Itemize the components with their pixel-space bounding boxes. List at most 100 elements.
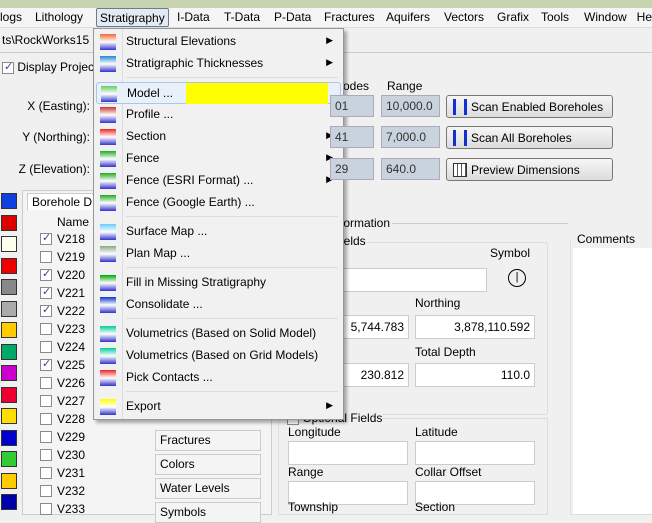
- toolbar-tool-icon[interactable]: [1, 494, 17, 510]
- tab-fractures[interactable]: Fractures: [155, 430, 261, 451]
- borehole-checkbox[interactable]: [40, 431, 52, 443]
- menu-idata[interactable]: I-Data: [177, 8, 210, 27]
- menu-lithology[interactable]: Lithology: [35, 8, 83, 27]
- preview-dimensions-button[interactable]: Preview Dimensions: [446, 158, 613, 181]
- menu-fractures[interactable]: Fractures: [324, 8, 375, 27]
- borehole-list-item[interactable]: V228: [40, 411, 85, 427]
- borehole-list-item[interactable]: V221: [40, 285, 85, 301]
- latitude-field[interactable]: [415, 441, 535, 465]
- nodes-field[interactable]: 29: [330, 158, 374, 180]
- menu-item-fill-in-missing-stratigraphy[interactable]: Fill in Missing Stratigraphy: [96, 272, 341, 294]
- borehole-list-item[interactable]: V231: [40, 465, 85, 481]
- borehole-checkbox[interactable]: [40, 285, 52, 299]
- menu-item-fence-google-earth[interactable]: Fence (Google Earth) ...: [96, 192, 341, 214]
- northing-field[interactable]: 3,878,110.592: [415, 315, 535, 339]
- menu-item-structural-elevations[interactable]: Structural Elevations ▶: [96, 31, 341, 53]
- toolbar-tool-icon[interactable]: [1, 408, 17, 424]
- total-depth-field[interactable]: 110.0: [415, 363, 535, 387]
- toolbar-tool-icon[interactable]: [1, 365, 17, 381]
- toolbar-tool-icon[interactable]: [1, 236, 17, 252]
- borehole-checkbox[interactable]: [40, 251, 52, 263]
- toolbar-tool-icon[interactable]: [1, 472, 17, 489]
- name-field[interactable]: [343, 268, 487, 292]
- nodes-field[interactable]: 41: [330, 126, 374, 148]
- tab-symbols[interactable]: Symbols: [155, 502, 261, 523]
- borehole-checkbox[interactable]: [40, 395, 52, 407]
- menu-vectors[interactable]: Vectors: [444, 8, 484, 27]
- borehole-checkbox[interactable]: [40, 231, 52, 245]
- menu-he[interactable]: He: [637, 8, 652, 27]
- menu-item-volumetrics-based-on-grid-models[interactable]: Volumetrics (Based on Grid Models): [96, 345, 341, 367]
- borehole-list-item[interactable]: V230: [40, 447, 85, 463]
- toolbar-tool-icon[interactable]: [1, 343, 17, 360]
- borehole-list-item[interactable]: V226: [40, 375, 85, 391]
- menu-aquifers[interactable]: Aquifers: [386, 8, 430, 27]
- borehole-checkbox[interactable]: [40, 303, 52, 317]
- borehole-list-item[interactable]: V229: [40, 429, 85, 445]
- menu-item-plan-map[interactable]: Plan Map ...: [96, 243, 341, 265]
- symbol-icon[interactable]: |: [508, 269, 526, 287]
- borehole-checkbox[interactable]: [40, 323, 52, 335]
- borehole-list-item[interactable]: V225: [40, 357, 85, 373]
- borehole-checkbox[interactable]: [40, 413, 52, 425]
- tab-water-levels[interactable]: Water Levels: [155, 478, 261, 499]
- menu-tdata[interactable]: T-Data: [224, 8, 260, 27]
- borehole-list-item[interactable]: V224: [40, 339, 85, 355]
- menu-item-fence[interactable]: Fence ▶: [96, 148, 341, 170]
- menu-logs[interactable]: logs: [0, 8, 22, 27]
- borehole-checkbox[interactable]: [40, 357, 52, 371]
- longitude-field[interactable]: [288, 441, 408, 465]
- button-label: Scan All Boreholes: [471, 130, 572, 145]
- borehole-list-item[interactable]: V232: [40, 483, 85, 499]
- range-field[interactable]: 640.0: [381, 158, 440, 180]
- borehole-list-item[interactable]: V219: [40, 249, 85, 265]
- toolbar-tool-icon[interactable]: [1, 451, 17, 467]
- menu-item-pick-contacts[interactable]: Pick Contacts ...: [96, 367, 341, 389]
- borehole-checkbox[interactable]: [40, 485, 52, 497]
- menu-grafix[interactable]: Grafix: [497, 8, 529, 27]
- borehole-checkbox[interactable]: [40, 341, 52, 353]
- toolbar-tool-icon[interactable]: [1, 193, 17, 209]
- menu-item-surface-map[interactable]: Surface Map ...: [96, 221, 341, 243]
- menu-stratigraphy[interactable]: Stratigraphy: [96, 8, 169, 27]
- borehole-list-item[interactable]: V223: [40, 321, 85, 337]
- menu-item-stratigraphic-thicknesses[interactable]: Stratigraphic Thicknesses ▶: [96, 53, 341, 75]
- menu-item-section[interactable]: Section▶: [96, 126, 341, 148]
- menu-item-fence-esri-format[interactable]: Fence (ESRI Format) ...▶: [96, 170, 341, 192]
- borehole-name: V224: [57, 340, 86, 354]
- borehole-list-item[interactable]: V220: [40, 267, 85, 283]
- borehole-checkbox[interactable]: [40, 503, 52, 515]
- borehole-checkbox[interactable]: [40, 467, 52, 479]
- menu-item-volumetrics-based-on-solid-model[interactable]: Volumetrics (Based on Solid Model): [96, 323, 341, 345]
- easting-field[interactable]: 5,744.783: [343, 315, 409, 339]
- menu-item-consolidate[interactable]: Consolidate ...: [96, 294, 341, 316]
- comments-field[interactable]: [573, 248, 652, 514]
- nodes-field[interactable]: 01: [330, 95, 374, 117]
- toolbar-tool-icon[interactable]: [1, 322, 17, 338]
- borehole-list-item[interactable]: V227: [40, 393, 85, 409]
- borehole-checkbox[interactable]: [40, 267, 52, 281]
- toolbar-tool-icon[interactable]: [1, 214, 17, 231]
- toolbar-tool-icon[interactable]: [1, 300, 17, 317]
- range-field[interactable]: 7,000.0: [381, 126, 440, 148]
- scan-all-boreholes-button[interactable]: Scan All Boreholes: [446, 126, 613, 149]
- borehole-checkbox[interactable]: [40, 449, 52, 461]
- toolbar-tool-icon[interactable]: [1, 386, 17, 403]
- borehole-list-item[interactable]: V218: [40, 231, 85, 247]
- menu-window[interactable]: Window: [584, 8, 627, 27]
- menu-item-export[interactable]: Export ▶: [96, 396, 341, 418]
- elevation-field[interactable]: 230.812: [343, 363, 409, 387]
- menu-item-profile[interactable]: Profile ...: [96, 104, 341, 126]
- display-project-checkbox[interactable]: Display Projec: [2, 60, 94, 74]
- borehole-list-item[interactable]: V222: [40, 303, 85, 319]
- borehole-checkbox[interactable]: [40, 377, 52, 389]
- menu-pdata[interactable]: P-Data: [274, 8, 311, 27]
- scan-enabled-boreholes-button[interactable]: Scan Enabled Boreholes: [446, 95, 613, 118]
- toolbar-tool-icon[interactable]: [1, 257, 17, 274]
- menu-tools[interactable]: Tools: [541, 8, 569, 27]
- tab-colors[interactable]: Colors: [155, 454, 261, 475]
- toolbar-tool-icon[interactable]: [1, 429, 17, 446]
- tab-borehole-data[interactable]: Borehole D: [27, 193, 98, 210]
- toolbar-tool-icon[interactable]: [1, 279, 17, 295]
- range-field[interactable]: 10,000.0: [381, 95, 440, 117]
